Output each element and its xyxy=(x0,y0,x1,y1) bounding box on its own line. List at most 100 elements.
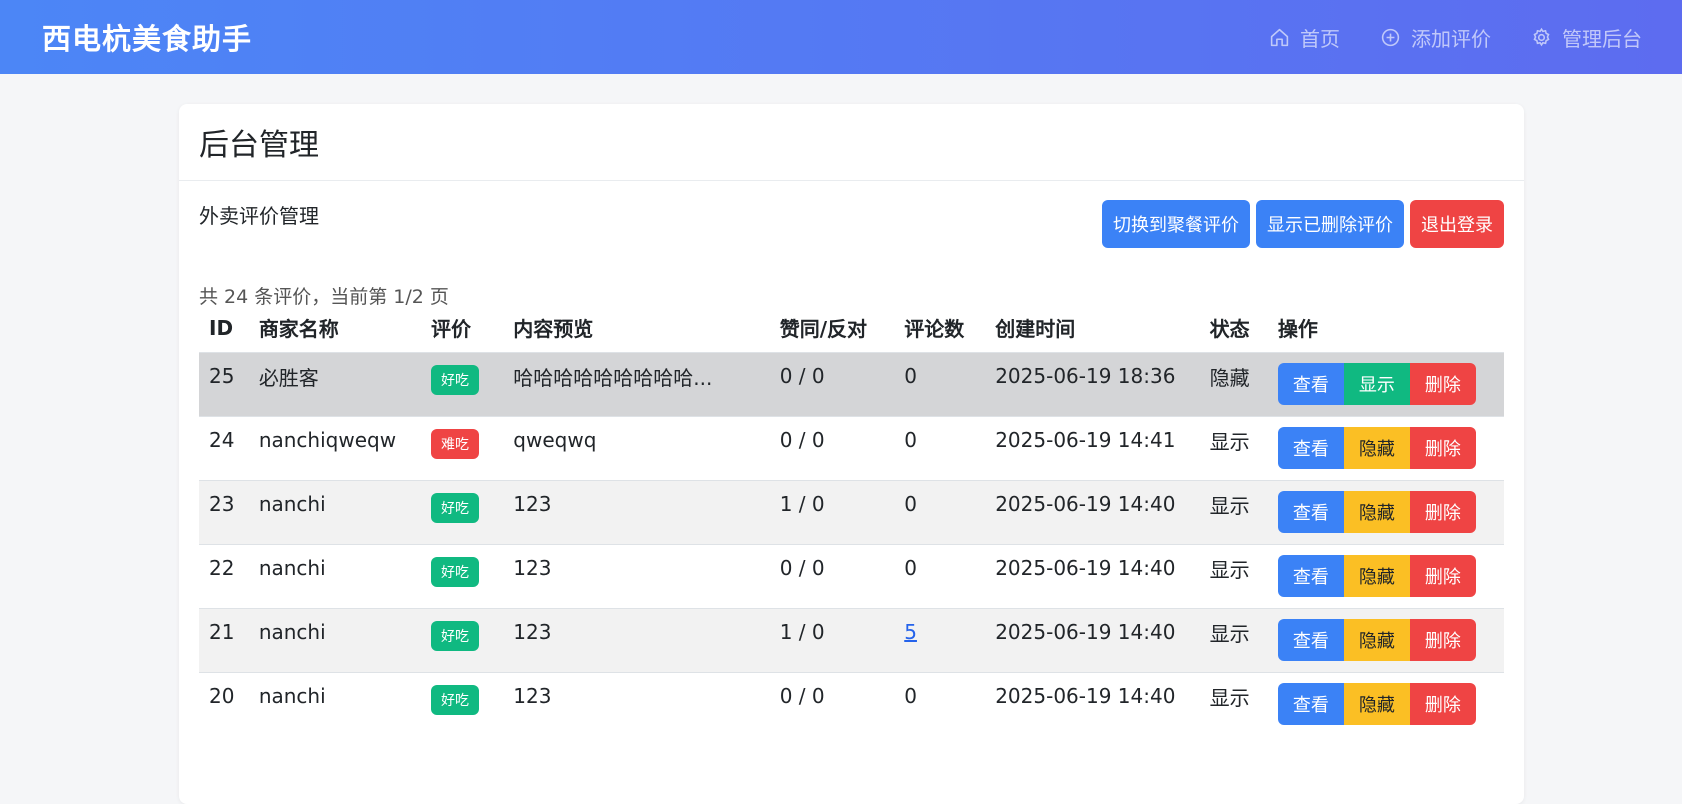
row-actions: 查看 显示 删除 xyxy=(1277,363,1476,405)
cell-status: 显示 xyxy=(1209,685,1250,710)
rating-badge: 难吃 xyxy=(431,429,479,459)
gear-icon xyxy=(1533,27,1550,46)
delete-button[interactable]: 删除 xyxy=(1409,683,1476,726)
view-button[interactable]: 查看 xyxy=(1277,427,1344,469)
cell-votes: 0 / 0 xyxy=(779,428,825,452)
cell-id: 23 xyxy=(209,492,235,516)
column-header: 内容预览 xyxy=(513,317,594,342)
view-button[interactable]: 查看 xyxy=(1277,683,1344,726)
cell-preview: 123 xyxy=(513,492,552,516)
cell-status: 隐藏 xyxy=(1209,365,1250,390)
page-title: 后台管理 xyxy=(199,128,319,163)
cell-status: 显示 xyxy=(1209,557,1250,582)
delete-button[interactable]: 删除 xyxy=(1409,555,1476,597)
cell-merchant: nanchiqweqw xyxy=(258,428,397,452)
cell-votes: 1 / 0 xyxy=(779,492,825,516)
top-navbar: 西电杭美食助手 首页 添加评价 管理后台 xyxy=(0,0,1682,74)
cell-preview: 123 xyxy=(513,556,552,580)
rating-badge: 好吃 xyxy=(431,685,479,716)
view-button[interactable]: 查看 xyxy=(1277,363,1344,405)
cell-status: 显示 xyxy=(1209,493,1250,518)
toolbar-buttons: 切换到聚餐评价 显示已删除评价 退出登录 xyxy=(1102,200,1504,248)
cell-votes: 0 / 0 xyxy=(779,556,825,580)
hide-button[interactable]: 隐藏 xyxy=(1343,491,1410,533)
cell-id: 20 xyxy=(209,684,235,709)
hide-button[interactable]: 隐藏 xyxy=(1343,427,1410,469)
cell-merchant: nanchi xyxy=(258,492,326,516)
logout-button[interactable]: 退出登录 xyxy=(1410,200,1504,248)
card-header: 后台管理 xyxy=(179,104,1524,181)
hide-button[interactable]: 隐藏 xyxy=(1343,555,1410,597)
delete-button[interactable]: 删除 xyxy=(1409,363,1476,405)
show-deleted-button[interactable]: 显示已删除评价 xyxy=(1256,200,1404,248)
show-button[interactable]: 显示 xyxy=(1343,363,1410,405)
cell-comments: 0 xyxy=(904,556,917,580)
row-actions: 查看 隐藏 删除 xyxy=(1277,555,1476,597)
cell-preview: 123 xyxy=(513,620,552,644)
view-button[interactable]: 查看 xyxy=(1277,491,1344,533)
table-row: 25 必胜客 好吃 哈哈哈哈哈哈哈哈哈... 0 / 0 0 2025-06-1… xyxy=(199,351,1504,416)
reviews-table-wrapper: ID 商家名称 评价 内容预览 赞同/反对 评论数 创建时间 状态 操作 25 … xyxy=(199,304,1504,736)
table-row: 21 nanchi 好吃 123 1 / 0 5 2025-06-19 14:4… xyxy=(199,607,1504,672)
cell-id: 25 xyxy=(209,364,235,388)
row-actions: 查看 隐藏 删除 xyxy=(1277,427,1476,469)
cell-created: 2025-06-19 14:40 xyxy=(995,620,1176,644)
cell-merchant: nanchi xyxy=(258,684,326,709)
cell-comments: 0 xyxy=(904,428,917,452)
cell-preview: 哈哈哈哈哈哈哈哈哈... xyxy=(513,365,713,390)
cell-created: 2025-06-19 18:36 xyxy=(995,364,1176,388)
nav-home[interactable]: 首页 xyxy=(1269,23,1340,52)
column-header: 赞同/反对 xyxy=(779,317,868,342)
table-row: 20 nanchi 好吃 123 0 / 0 0 2025-06-19 14:4… xyxy=(199,671,1504,736)
cell-created: 2025-06-19 14:40 xyxy=(995,492,1176,516)
cell-status: 显示 xyxy=(1209,429,1250,454)
cell-created: 2025-06-19 14:40 xyxy=(995,684,1176,709)
cell-id: 22 xyxy=(209,556,235,580)
hide-button[interactable]: 隐藏 xyxy=(1343,683,1410,726)
cell-comments: 0 xyxy=(904,684,917,709)
delete-button[interactable]: 删除 xyxy=(1409,491,1476,533)
column-header: 评论数 xyxy=(904,317,965,342)
switch-to-group-meal-button[interactable]: 切换到聚餐评价 xyxy=(1102,200,1250,248)
delete-button[interactable]: 删除 xyxy=(1409,427,1476,469)
cell-comments: 0 xyxy=(904,492,917,516)
column-header: ID xyxy=(209,315,234,340)
comments-link[interactable]: 5 xyxy=(904,620,917,644)
nav-add-review-label: 添加评价 xyxy=(1411,26,1491,51)
table-row: 24 nanchiqweqw 难吃 qweqwq 0 / 0 0 2025-06… xyxy=(199,415,1504,480)
rating-badge: 好吃 xyxy=(431,621,479,651)
cell-preview: 123 xyxy=(513,684,552,709)
reviews-table: ID 商家名称 评价 内容预览 赞同/反对 评论数 创建时间 状态 操作 25 … xyxy=(199,304,1504,736)
home-icon xyxy=(1270,28,1289,46)
column-header: 评价 xyxy=(431,317,471,342)
nav-add-review[interactable]: 添加评价 xyxy=(1380,23,1491,52)
section-label: 外卖评价管理 xyxy=(199,204,319,228)
column-header: 商家名称 xyxy=(258,317,339,342)
nav-admin-label: 管理后台 xyxy=(1562,26,1642,51)
delete-button[interactable]: 删除 xyxy=(1409,619,1476,661)
cell-merchant: nanchi xyxy=(258,620,326,644)
cell-votes: 1 / 0 xyxy=(779,620,825,644)
toolbar: 外卖评价管理 切换到聚餐评价 显示已删除评价 退出登录 xyxy=(199,200,1504,250)
rating-badge: 好吃 xyxy=(431,493,479,523)
admin-card: 后台管理 外卖评价管理 切换到聚餐评价 显示已删除评价 退出登录 共 24 条评… xyxy=(179,104,1524,804)
cell-votes: 0 / 0 xyxy=(779,684,825,709)
cell-created: 2025-06-19 14:41 xyxy=(995,428,1176,452)
view-button[interactable]: 查看 xyxy=(1277,555,1344,597)
cell-comments: 0 xyxy=(904,364,917,388)
column-header: 操作 xyxy=(1277,317,1318,342)
cell-votes: 0 / 0 xyxy=(779,364,825,388)
rating-badge: 好吃 xyxy=(431,365,479,395)
cell-status: 显示 xyxy=(1209,621,1250,646)
view-button[interactable]: 查看 xyxy=(1277,619,1344,661)
app-brand[interactable]: 西电杭美食助手 xyxy=(42,16,252,58)
cell-merchant: 必胜客 xyxy=(258,365,319,390)
nav-admin[interactable]: 管理后台 xyxy=(1531,23,1642,52)
cell-id: 21 xyxy=(209,620,235,644)
hide-button[interactable]: 隐藏 xyxy=(1343,619,1410,661)
cell-merchant: nanchi xyxy=(258,556,326,580)
cell-created: 2025-06-19 14:40 xyxy=(995,556,1176,580)
row-actions: 查看 隐藏 删除 xyxy=(1277,491,1476,533)
cell-preview: qweqwq xyxy=(513,428,597,452)
cell-id: 24 xyxy=(209,428,235,452)
